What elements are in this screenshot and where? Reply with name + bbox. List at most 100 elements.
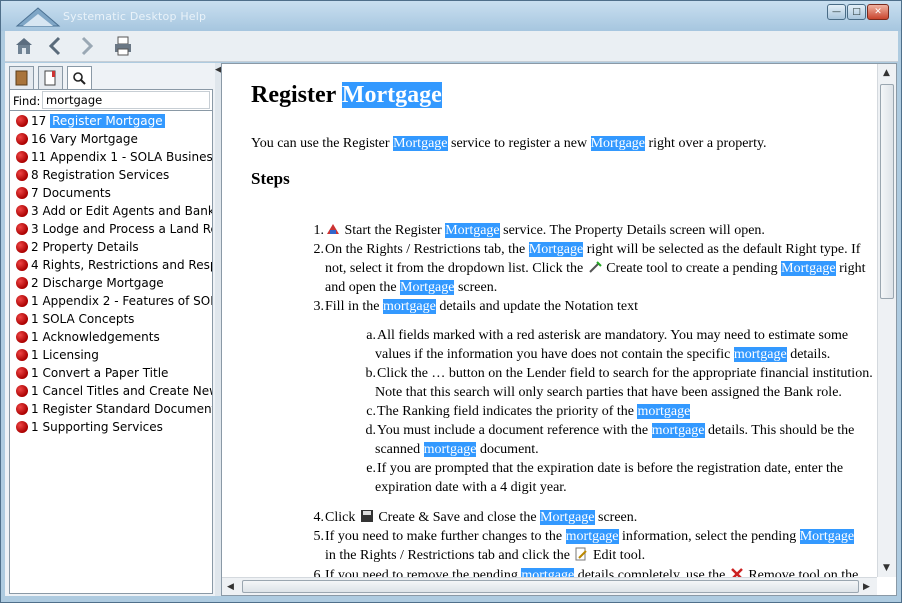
article-line: not, select it from the dropdown list. C… <box>325 261 866 276</box>
result-count: 1 <box>31 384 39 398</box>
search-result-item[interactable]: 4 Rights, Restrictions and Respons <box>10 256 212 274</box>
result-count: 17 <box>31 114 47 128</box>
search-result-item[interactable]: 1 SOLA Concepts <box>10 310 212 328</box>
topic-bullet-icon <box>16 295 28 307</box>
search-result-item[interactable]: 7 Documents <box>10 184 212 202</box>
topic-bullet-icon <box>16 421 28 433</box>
topic-bullet-icon <box>16 367 28 379</box>
search-results-list: 17 Register Mortgage 16 Vary Mortgage 11 A… <box>9 110 213 594</box>
search-result-item[interactable]: 3 Add or Edit Agents and Banks <box>10 202 213 220</box>
scroll-left-icon[interactable]: ◀ <box>227 582 234 592</box>
search-result-item[interactable]: 2 Property Details <box>10 238 212 256</box>
article-line: scanned mortgage document. <box>375 442 539 457</box>
title-bar[interactable]: Systematic Desktop Help — □ ✕ <box>1 1 901 31</box>
result-title: Registration Services <box>42 168 170 182</box>
list-number: 6. <box>313 568 325 577</box>
topic-bullet-icon <box>16 115 28 127</box>
result-count: 1 <box>31 420 39 434</box>
tab-contents[interactable] <box>9 66 34 90</box>
printer-icon[interactable] <box>112 35 134 57</box>
topic-bullet-icon <box>16 331 28 343</box>
find-input[interactable] <box>42 91 210 109</box>
article-line: 6. If you need to remove the pending mort… <box>308 566 858 577</box>
search-result-item[interactable]: 1 Licensing <box>10 346 212 364</box>
search-highlight: Mortgage <box>528 242 584 257</box>
search-result-item[interactable]: 1 Acknowledgements <box>10 328 212 346</box>
scroll-up-icon[interactable]: ▲ <box>883 68 890 78</box>
result-count: 1 <box>31 312 39 326</box>
search-result-item[interactable]: 16 Vary Mortgage <box>10 130 212 148</box>
search-highlight: Mortgage <box>393 136 448 151</box>
search-result-item[interactable]: 1 Register Standard Documents <box>10 400 213 418</box>
list-number: 4. <box>313 510 325 525</box>
tab-index[interactable] <box>38 66 63 90</box>
list-number: 3. <box>313 299 325 314</box>
list-number: e. <box>366 461 376 476</box>
search-result-item[interactable]: 8 Registration Services <box>10 166 212 184</box>
search-highlight: Mortgage <box>540 510 595 525</box>
result-count: 3 <box>31 204 39 218</box>
search-result-item[interactable]: 2 Discharge Mortgage <box>10 274 212 292</box>
list-number: 5. <box>313 529 325 544</box>
search-highlight: mortgage <box>423 442 477 457</box>
result-count: 7 <box>31 186 39 200</box>
tab-search[interactable] <box>67 66 92 91</box>
result-title: Convert a Paper Title <box>42 366 169 380</box>
result-count: 1 <box>31 366 39 380</box>
result-title: Register Standard Documents <box>42 402 213 416</box>
result-title: SOLA Concepts <box>42 312 135 326</box>
service-icon <box>327 224 339 234</box>
search-result-item[interactable]: 1 Cancel Titles and Create New Ti <box>10 382 212 400</box>
article-line: expiration date with a 4 digit year. <box>375 480 567 495</box>
search-highlight: Mortgage <box>590 136 645 151</box>
search-result-item[interactable]: 1 Appendix 2 - Features of SOLA R <box>10 292 212 310</box>
page-title: Register Mortgage <box>251 82 442 108</box>
result-title: Appendix 1 - SOLA Business Ru <box>50 150 213 164</box>
list-number: a. <box>366 328 376 343</box>
result-count: 1 <box>31 402 39 416</box>
maximize-button[interactable]: □ <box>847 4 866 20</box>
article-line: c. The Ranking field indicates the priori… <box>360 402 691 421</box>
search-result-item[interactable]: 11 Appendix 1 - SOLA Business Ru <box>10 148 213 166</box>
article-line: in the Rights / Restrictions tab and cli… <box>325 547 646 563</box>
horizontal-scroll-thumb[interactable] <box>242 580 859 593</box>
forward-arrow-icon[interactable] <box>75 35 97 57</box>
book-icon <box>15 70 28 86</box>
scroll-down-icon[interactable]: ▼ <box>883 563 890 573</box>
search-result-item[interactable]: 1 Convert a Paper Title <box>10 364 212 382</box>
search-icon <box>73 72 86 85</box>
search-highlight: Mortgage <box>400 280 455 295</box>
result-title: Cancel Titles and Create New Ti <box>42 384 212 398</box>
save-icon <box>360 510 373 522</box>
vertical-scroll-thumb[interactable] <box>880 84 894 299</box>
back-arrow-icon[interactable] <box>45 35 67 57</box>
scroll-right-icon[interactable]: ▶ <box>863 582 870 592</box>
article-line: 4. Click Create & Save and close the Mort… <box>308 508 637 527</box>
article-line: values if the information you have does … <box>375 347 831 362</box>
search-highlight: mortgage <box>565 529 619 544</box>
topic-bullet-icon <box>16 187 28 199</box>
search-result-item[interactable]: 3 Lodge and Process a Land Regis <box>10 220 212 238</box>
navigation-pane: Find: 17 Register Mortgage16 Vary Mortga… <box>5 63 215 596</box>
search-highlight: mortgage <box>733 347 787 362</box>
toolbar <box>5 31 898 62</box>
result-title: Add or Edit Agents and Banks <box>42 204 213 218</box>
result-count: 8 <box>31 168 39 182</box>
vertical-scrollbar[interactable]: ▲ ▼ <box>877 64 896 577</box>
result-title: Register Mortgage <box>50 114 165 128</box>
search-highlight: Mortgage <box>781 261 836 276</box>
search-result-item[interactable]: 1 Supporting Services <box>10 418 212 436</box>
content-pane: Register Mortgage You can use the Regist… <box>221 63 897 596</box>
topic-bullet-icon <box>16 151 28 163</box>
home-icon[interactable] <box>13 35 35 57</box>
list-number: 2. <box>313 242 325 257</box>
close-button[interactable]: ✕ <box>867 4 889 20</box>
result-count: 3 <box>31 222 39 236</box>
search-highlight: mortgage <box>637 404 691 419</box>
minimize-button[interactable]: — <box>827 4 846 20</box>
search-result-item[interactable]: 17 Register Mortgage <box>10 112 212 130</box>
topic-bullet-icon <box>16 205 28 217</box>
result-count: 1 <box>31 330 39 344</box>
horizontal-scrollbar[interactable]: ◀ ▶ <box>222 577 877 595</box>
result-title: Appendix 2 - Features of SOLA R <box>42 294 212 308</box>
